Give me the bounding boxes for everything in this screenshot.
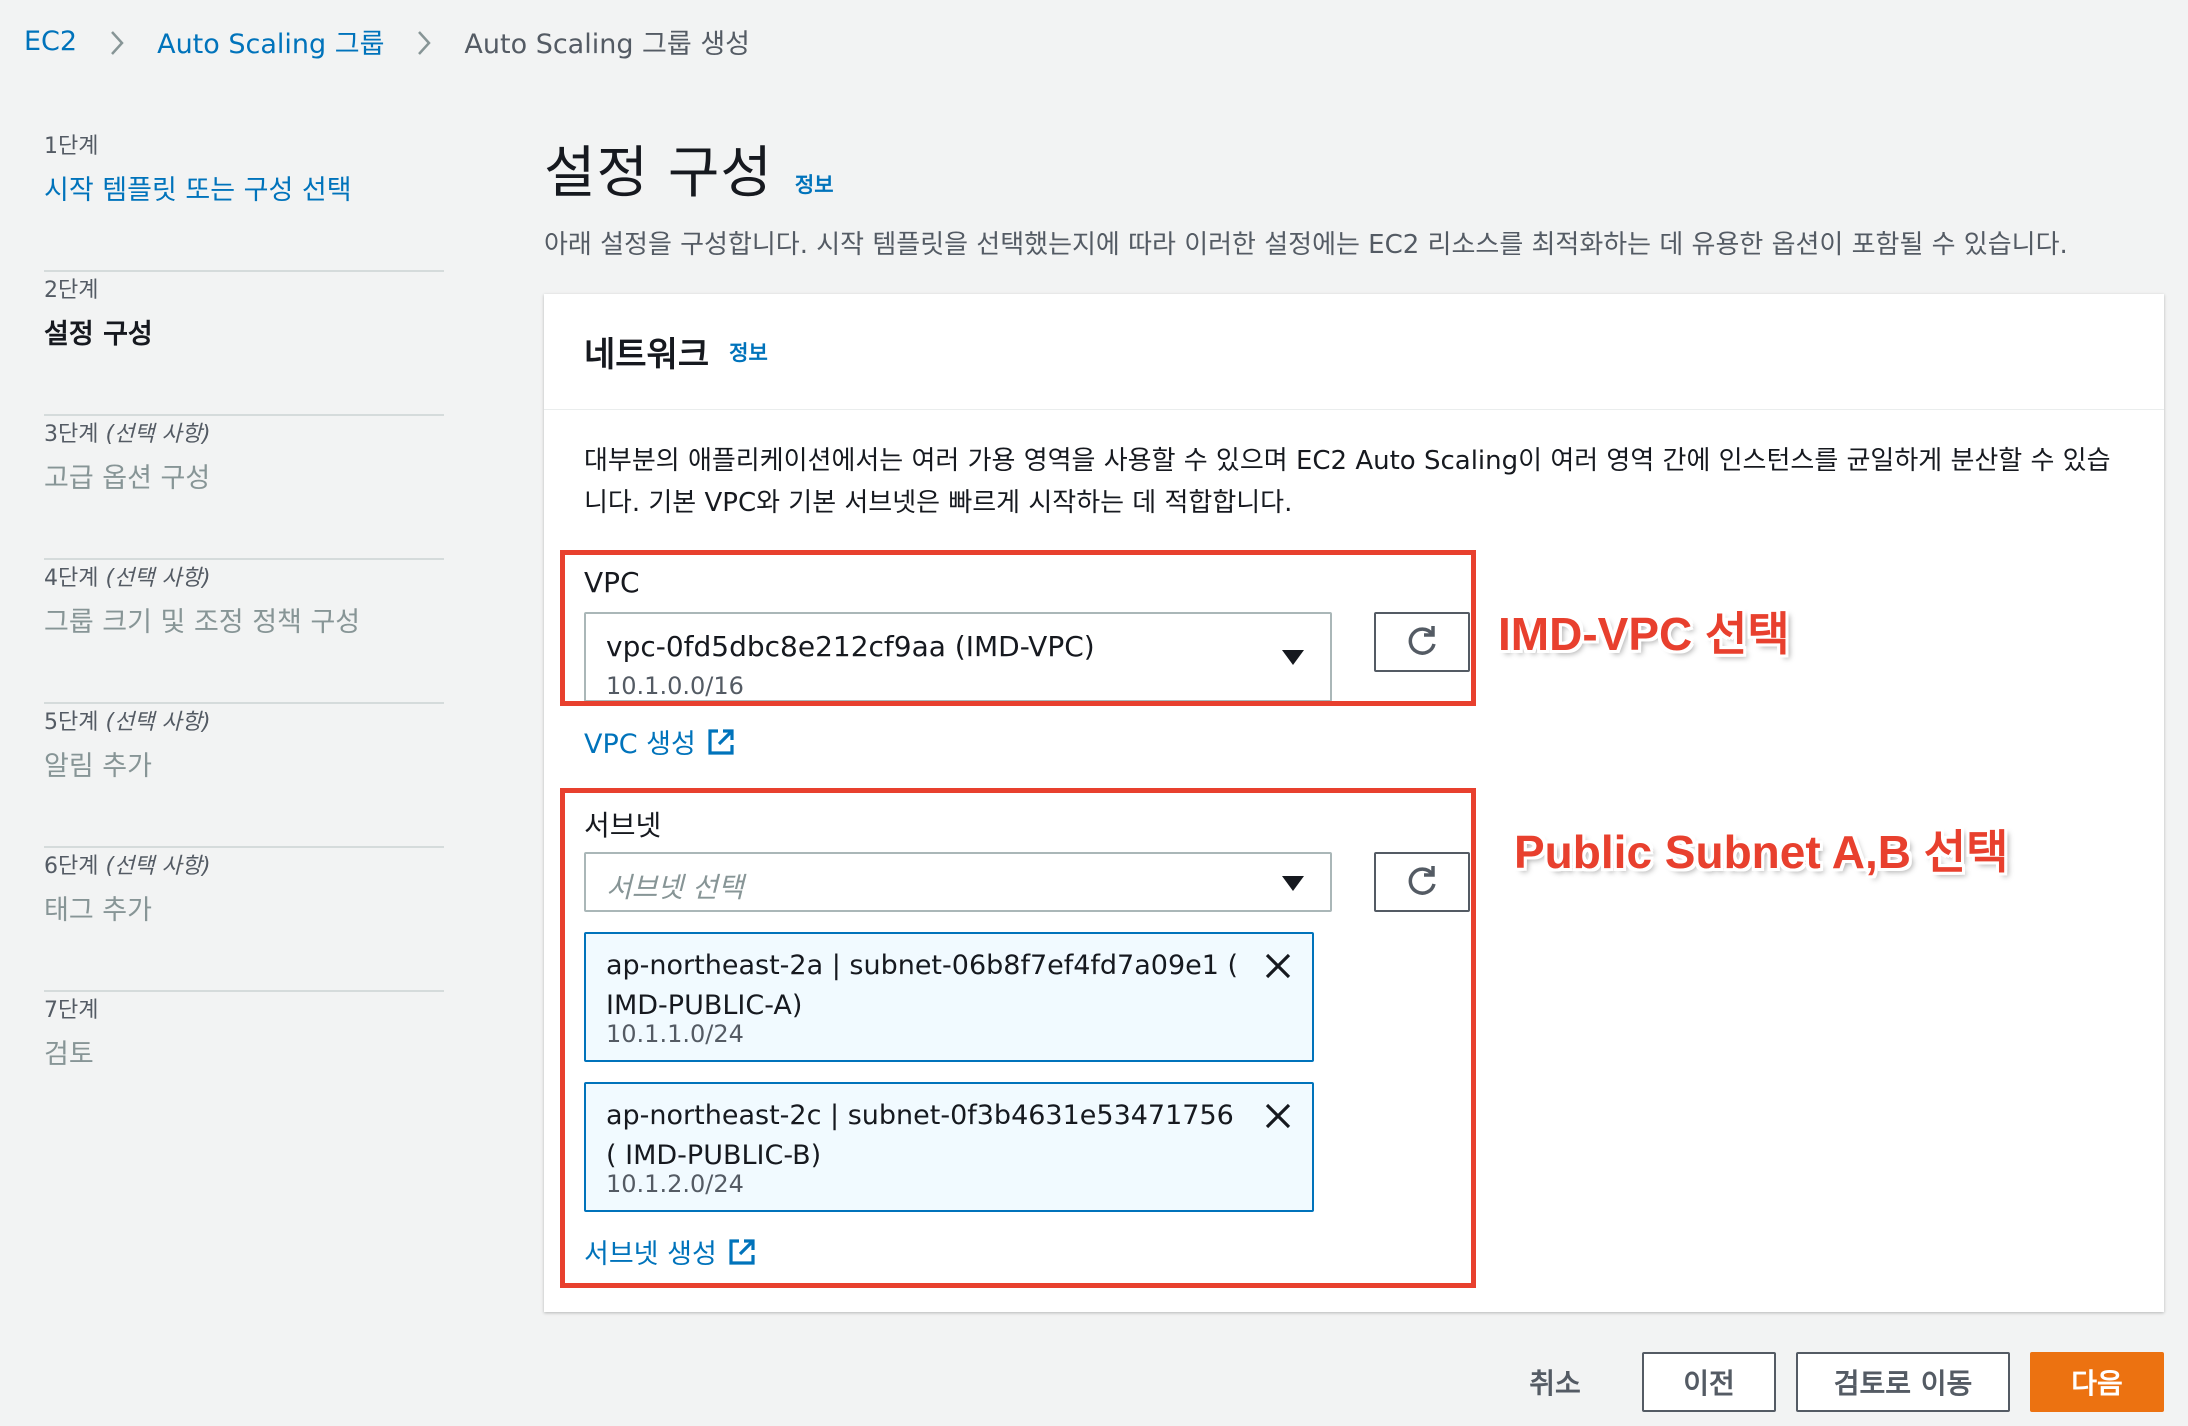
step-number: 3단계 (선택 사항) [44, 422, 211, 447]
step-number: 7단계 [44, 998, 99, 1023]
subnet-highlight-box [560, 788, 1476, 1288]
next-button[interactable]: 다음 [2030, 1352, 2164, 1412]
go-to-review-button[interactable]: 검토로 이동 [1796, 1352, 2010, 1412]
cancel-button[interactable]: 취소 [1500, 1352, 1610, 1412]
create-vpc-link-label: VPC 생성 [584, 729, 696, 760]
step-title: 그룹 크기 및 조정 정책 구성 [44, 607, 361, 638]
network-header: 네트워크 정보 [544, 294, 2164, 410]
step-title: 알림 추가 [44, 751, 152, 782]
info-link[interactable]: 정보 [795, 169, 834, 199]
breadcrumb-current: Auto Scaling 그룹 생성 [464, 29, 750, 60]
wizard-step-4: 4단계 (선택 사항) 그룹 크기 및 조정 정책 구성 [44, 560, 444, 704]
network-description: 대부분의 애플리케이션에서는 여러 가용 영역을 사용할 수 있으며 EC2 A… [584, 446, 2111, 518]
breadcrumb-ec2-link[interactable]: EC2 [24, 26, 77, 57]
vpc-annotation: IMD-VPC 선택 [1498, 608, 1790, 660]
vpc-highlight-box [560, 550, 1476, 706]
wizard-step-2: 2단계 설정 구성 [44, 272, 444, 416]
external-link-icon [706, 727, 736, 757]
wizard-step-5: 5단계 (선택 사항) 알림 추가 [44, 704, 444, 848]
page-header: 설정 구성 정보 [544, 128, 834, 209]
step-number: 4단계 (선택 사항) [44, 566, 211, 591]
step-title: 검토 [44, 1039, 94, 1070]
step-number: 2단계 [44, 278, 99, 303]
step-number: 6단계 (선택 사항) [44, 854, 211, 879]
wizard-step-3: 3단계 (선택 사항) 고급 옵션 구성 [44, 416, 444, 560]
wizard-step-6: 6단계 (선택 사항) 태그 추가 [44, 848, 444, 992]
wizard-steps-nav: 1단계 시작 템플릿 또는 구성 선택 2단계 설정 구성 3단계 (선택 사항… [44, 128, 444, 1136]
step-title-current: 설정 구성 [44, 319, 153, 350]
breadcrumb: EC2 Auto Scaling 그룹 Auto Scaling 그룹 생성 [24, 22, 750, 61]
network-info-link[interactable]: 정보 [729, 337, 768, 367]
wizard-step-1[interactable]: 1단계 시작 템플릿 또는 구성 선택 [44, 128, 444, 272]
wizard-step-7: 7단계 검토 [44, 992, 444, 1136]
breadcrumb-auto-scaling-link[interactable]: Auto Scaling 그룹 [157, 22, 384, 61]
chevron-right-icon [109, 28, 125, 56]
network-title: 네트워크 [584, 335, 710, 375]
step-title: 고급 옵션 구성 [44, 463, 211, 494]
chevron-right-icon [416, 28, 432, 56]
step-title: 태그 추가 [44, 895, 152, 926]
page-description: 아래 설정을 구성합니다. 시작 템플릿을 선택했는지에 따라 이러한 설정에는… [544, 230, 2068, 260]
step-title-link[interactable]: 시작 템플릿 또는 구성 선택 [44, 175, 352, 206]
step-number: 5단계 (선택 사항) [44, 710, 211, 735]
step-number: 1단계 [44, 134, 99, 159]
page-title: 설정 구성 [544, 141, 773, 206]
create-vpc-link[interactable]: VPC 생성 [584, 722, 736, 761]
subnet-annotation: Public Subnet A,B 선택 [1514, 826, 2009, 878]
previous-button[interactable]: 이전 [1642, 1352, 1776, 1412]
